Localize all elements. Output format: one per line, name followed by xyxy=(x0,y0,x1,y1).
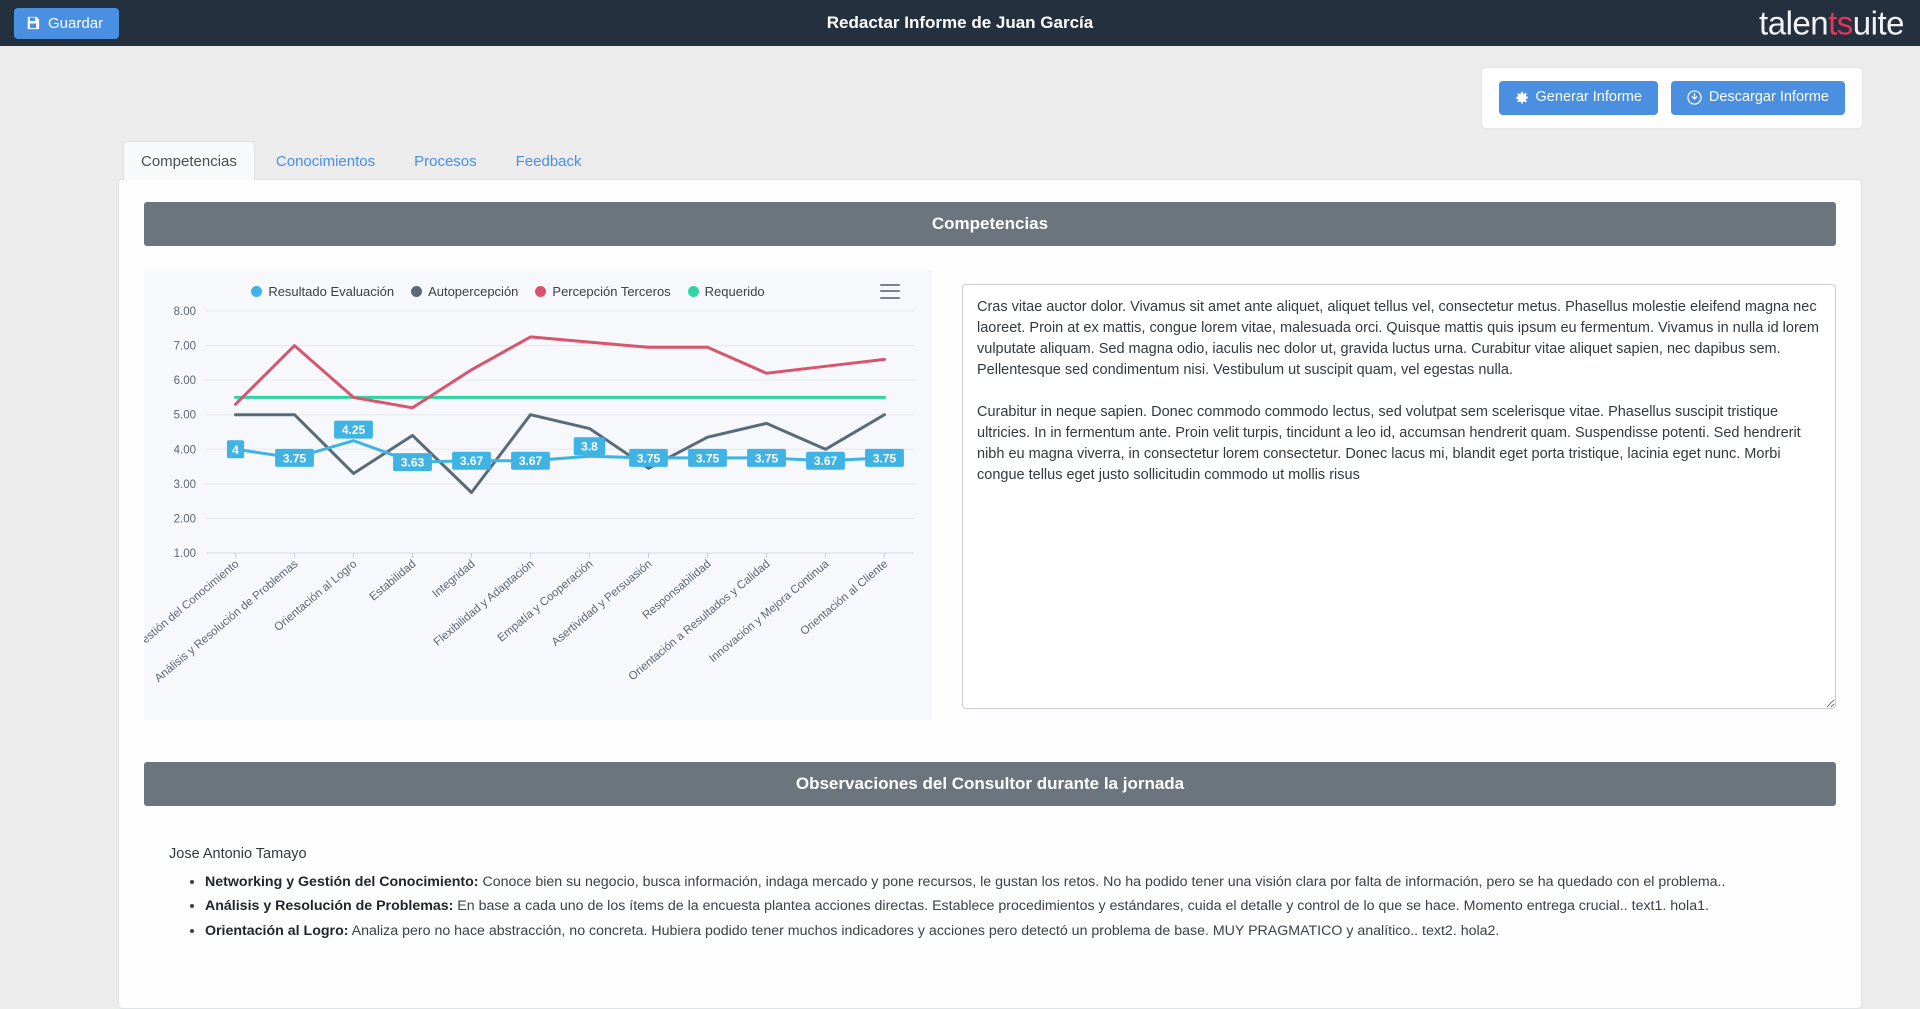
save-button-label: Guardar xyxy=(48,14,104,32)
logo-text-right: uite xyxy=(1852,4,1905,42)
observaciones-section-header: Observaciones del Consultor durante la j… xyxy=(144,761,1836,806)
save-button[interactable]: Guardar xyxy=(14,7,120,39)
observation-text: En base a cada uno de los ítems de la en… xyxy=(453,898,1709,915)
observation-text: Analiza pero no hace abstracción, no con… xyxy=(348,922,1500,939)
chart-data-label: 3.67 xyxy=(460,454,484,468)
gear-icon xyxy=(1515,91,1529,105)
chart-data-label: 3.75 xyxy=(755,451,779,465)
download-report-button[interactable]: Descargar Informe xyxy=(1670,81,1845,115)
y-axis-tick-label: 4.00 xyxy=(174,444,196,456)
logo-text-left: talen xyxy=(1759,4,1829,42)
action-bar: Generar Informe Descargar Informe xyxy=(1481,68,1862,128)
observaciones-list: Networking y Gestión del Conocimiento: C… xyxy=(169,872,1811,942)
chart-plot-area: 1.002.003.004.005.006.007.008.00Networki… xyxy=(144,303,932,683)
tab-conocimientos[interactable]: Conocimientos xyxy=(258,141,393,180)
legend-label: Resultado Evaluación xyxy=(268,283,395,299)
competencias-chart: Resultado Evaluación Autopercepción Percep… xyxy=(144,269,932,720)
competencias-section-header: Competencias xyxy=(144,201,1836,246)
x-axis-category-label: Integridad xyxy=(431,558,478,600)
logo-text-accent: ts xyxy=(1828,4,1853,42)
observation-title: Orientación al Logro: xyxy=(205,922,349,939)
chart-data-label: 3.75 xyxy=(696,451,720,465)
chart-data-label: 3.8 xyxy=(581,440,598,454)
talentsuite-logo: talentsuite xyxy=(1759,7,1904,40)
chart-menu-hamburger-icon[interactable] xyxy=(880,283,900,299)
y-axis-tick-label: 7.00 xyxy=(174,341,196,353)
consultant-name: Jose Antonio Tamayo xyxy=(169,845,307,862)
competencias-panel: Competencias Resultado Evaluación Autoper… xyxy=(118,178,1862,1009)
observation-item: Orientación al Logro: Analiza pero no ha… xyxy=(205,921,1811,942)
chart-and-notes-row: Resultado Evaluación Autopercepción Percep… xyxy=(144,264,1836,720)
observation-title: Análisis y Resolución de Problemas: xyxy=(205,898,454,915)
legend-item-0[interactable]: Resultado Evaluación xyxy=(251,284,394,299)
chart-data-label: 4 xyxy=(232,443,239,457)
report-notes-container xyxy=(962,270,1836,720)
observation-text: Conoce bien su negocio, busca informació… xyxy=(478,873,1726,890)
y-axis-tick-label: 3.00 xyxy=(174,479,196,491)
observaciones-section: Observaciones del Consultor durante la j… xyxy=(144,761,1836,975)
legend-dot-icon xyxy=(687,285,699,297)
chart-data-label: 3.67 xyxy=(814,454,838,468)
page-title: Redactar Informe de Juan García xyxy=(826,13,1094,32)
chart-data-label: 3.63 xyxy=(401,456,425,470)
legend-label: Percepción Terceros xyxy=(552,283,671,299)
save-floppy-icon xyxy=(26,16,40,30)
generate-report-label: Generar Informe xyxy=(1535,89,1642,105)
legend-item-3[interactable]: Requerido xyxy=(687,283,765,299)
x-axis-category-label: Flexibilidad y Adaptación xyxy=(432,558,537,649)
observation-item: Análisis y Resolución de Problemas: En b… xyxy=(205,896,1811,917)
action-bar-wrapper: Generar Informe Descargar Informe xyxy=(0,46,1920,128)
x-axis-category-label: Innovación y Mejora Continua xyxy=(707,558,832,665)
generate-report-button[interactable]: Generar Informe xyxy=(1498,81,1658,115)
observation-item: Networking y Gestión del Conocimiento: C… xyxy=(205,872,1811,893)
tab-competencias[interactable]: Competencias xyxy=(123,140,255,180)
legend-item-2[interactable]: Percepción Terceros xyxy=(535,283,671,299)
chart-data-label: 3.67 xyxy=(519,454,543,468)
chart-legend: Resultado Evaluación Autopercepción Percep… xyxy=(144,270,932,299)
download-circle-icon xyxy=(1687,90,1702,106)
top-bar: Guardar Redactar Informe de Juan García … xyxy=(0,0,1920,46)
legend-label: Autopercepción xyxy=(428,283,519,299)
y-axis-tick-label: 6.00 xyxy=(174,375,196,387)
tab-bar: Competencias Conocimientos Procesos Feed… xyxy=(118,140,1862,180)
chart-data-label: 3.75 xyxy=(637,451,661,465)
chart-svg: 1.002.003.004.005.006.007.008.00Networki… xyxy=(144,306,914,683)
download-report-label: Descargar Informe xyxy=(1708,89,1829,105)
report-notes-textarea[interactable] xyxy=(962,283,1836,709)
chart-data-label: 4.25 xyxy=(342,423,366,437)
tab-procesos[interactable]: Procesos xyxy=(396,141,495,180)
main-content: Competencias Conocimientos Procesos Feed… xyxy=(0,128,1920,1009)
legend-dot-icon xyxy=(411,285,423,297)
legend-label: Requerido xyxy=(704,283,765,299)
observaciones-body: Jose Antonio Tamayo Networking y Gestión… xyxy=(144,824,1836,975)
x-axis-category-label: Asertividad y Persuasión xyxy=(550,558,655,649)
tab-feedback[interactable]: Feedback xyxy=(498,141,600,180)
x-axis-category-label: Estabilidad xyxy=(368,558,419,603)
chart-data-label: 3.75 xyxy=(283,451,307,465)
chart-data-label: 3.75 xyxy=(873,451,897,465)
legend-dot-icon xyxy=(251,285,263,297)
y-axis-tick-label: 1.00 xyxy=(174,548,196,560)
legend-dot-icon xyxy=(535,285,547,297)
y-axis-tick-label: 5.00 xyxy=(174,410,196,422)
y-axis-tick-label: 2.00 xyxy=(174,513,196,525)
y-axis-tick-label: 8.00 xyxy=(174,306,196,318)
legend-item-1[interactable]: Autopercepción xyxy=(411,284,518,299)
x-axis-category-label: Empatía y Cooperación xyxy=(496,558,596,644)
observation-title: Networking y Gestión del Conocimiento: xyxy=(205,873,479,890)
